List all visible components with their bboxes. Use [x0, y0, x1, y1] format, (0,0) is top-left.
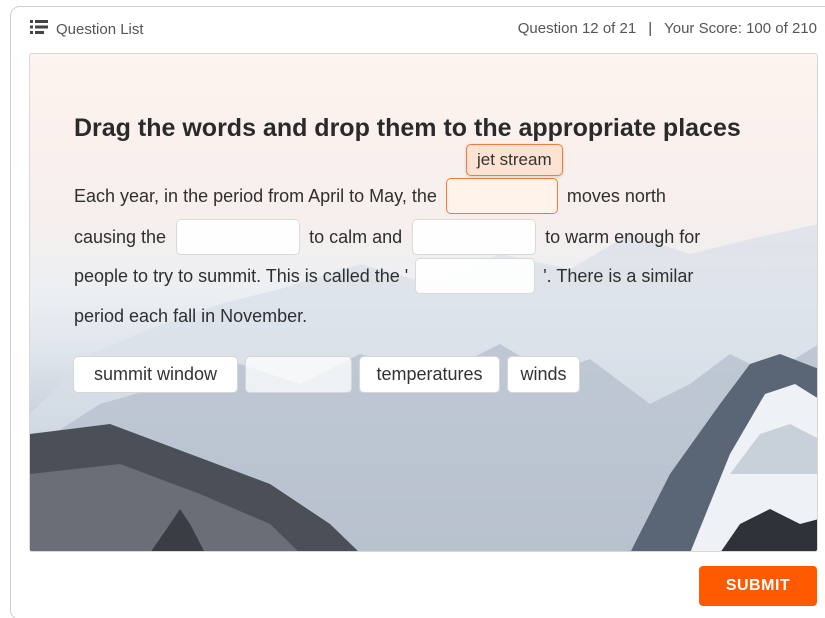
text-segment: period each fall in November.	[74, 305, 308, 326]
drop-zone-4[interactable]	[415, 258, 536, 294]
top-bar: Question List Question 12 of 21 | Your S…	[30, 18, 817, 42]
text-segment: to calm and	[309, 226, 403, 247]
paragraph-line-3: people to try to summit. This is called …	[74, 258, 693, 294]
question-list-label: Question List	[56, 20, 144, 38]
list-icon	[30, 20, 56, 38]
text-segment: Each year, in the period from April to M…	[74, 185, 437, 206]
drop-zone-2[interactable]	[176, 219, 301, 255]
question-title: Drag the words and drop them to the appr…	[74, 114, 741, 142]
paragraph-line-4: period each fall in November.	[74, 298, 307, 334]
text-segment: causing the	[74, 226, 167, 247]
word-chip-summit-window[interactable]: summit window	[73, 356, 238, 393]
word-chip-temperatures[interactable]: temperatures	[359, 356, 500, 393]
stats-separator: |	[648, 20, 653, 37]
drop-zone-1[interactable]	[445, 178, 558, 214]
question-panel: Drag the words and drop them to the appr…	[29, 53, 818, 552]
word-chip-winds[interactable]: winds	[507, 356, 580, 393]
text-segment: moves north	[566, 185, 666, 206]
question-progress: Question 12 of 21	[517, 20, 637, 37]
paragraph-line-2: causing the to calm and to warm enough f…	[74, 219, 700, 255]
paragraph-line-1: Each year, in the period from April to M…	[74, 178, 666, 214]
word-chip-placeholder	[245, 356, 352, 393]
dragging-word-chip[interactable]: jet stream	[466, 144, 563, 176]
drop-zone-3[interactable]	[412, 219, 537, 255]
text-segment: '. There is a similar	[543, 265, 694, 286]
question-list-button[interactable]: Question List	[30, 20, 144, 38]
quiz-stats: Question 12 of 21 | Your Score: 100 of 2…	[518, 20, 817, 37]
submit-button[interactable]: SUBMIT	[699, 566, 817, 606]
text-segment: people to try to summit. This is called …	[74, 265, 409, 286]
score-text: Your Score: 100 of 210	[664, 20, 817, 37]
text-segment: to warm enough for	[545, 226, 701, 247]
